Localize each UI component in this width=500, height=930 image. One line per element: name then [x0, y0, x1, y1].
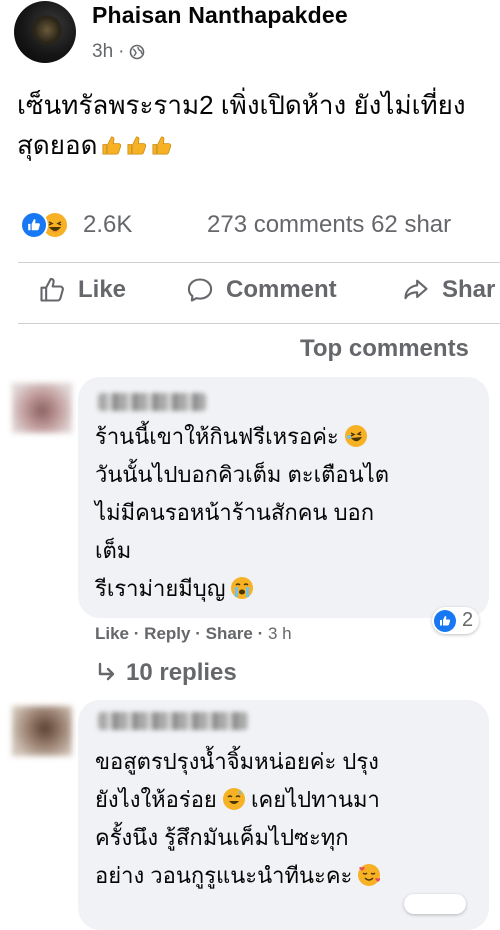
- comment-reaction-badge[interactable]: [404, 894, 466, 914]
- comment-line: ยังไงให้อร่อย เคยไปทานมา: [95, 781, 380, 819]
- comment-like-link[interactable]: Like: [95, 624, 129, 643]
- smiling-hearts-icon: [358, 864, 381, 886]
- crying-icon: [231, 577, 254, 599]
- divider: [18, 323, 500, 324]
- commenter-name[interactable]: [98, 393, 206, 411]
- like-label: Like: [78, 276, 127, 303]
- comment-actions: Like · Reply · Share · 3 h: [95, 624, 292, 644]
- comment-line-text: ยังไงให้อร่อย: [95, 787, 217, 812]
- comment-label: Comment: [226, 276, 337, 303]
- comment-line-text: ร้านนี้เขาให้กินฟรีเหรอค่ะ: [95, 424, 339, 449]
- commenter-avatar[interactable]: [12, 383, 72, 433]
- separator-dot: ·: [118, 41, 125, 62]
- post-text: เซ็นทรัลพระราม2 เพิ่งเปิดห้าง ยังไม่เที่…: [17, 85, 466, 165]
- like-icon: [20, 211, 48, 239]
- comment-line: ขอสูตรปรุงน้ำจิ้มหน่อยค่ะ ปรุง: [95, 749, 379, 774]
- comment-icon: [187, 278, 213, 302]
- separator-dot: ·: [257, 624, 264, 643]
- comment-line: ครั้งนึง รู้สึกมันเค็มไปซะทุก: [95, 825, 349, 850]
- post-meta: 3h ·: [92, 41, 145, 63]
- like-button[interactable]: Like: [38, 276, 126, 304]
- comment-line-text: อย่าง วอนกูรูแนะนำทีนะคะ: [95, 863, 353, 888]
- comment-line: ไม่มีคนรอหน้าร้านสักคน บอก: [95, 500, 375, 525]
- comment-text: ร้านนี้เขาให้กินฟรีเหรอค่ะ วันนั้นไปบอกค…: [95, 418, 389, 608]
- share-count[interactable]: 62 shar: [371, 211, 451, 238]
- thumbs-up-icon: [101, 135, 121, 155]
- share-icon: [404, 279, 428, 300]
- comment-line: รีเราม่ายมีบุญ: [95, 570, 389, 608]
- thumbs-up-icon: [126, 135, 146, 155]
- post-time[interactable]: 3h: [92, 41, 113, 63]
- comment-line: ร้านนี้เขาให้กินฟรีเหรอค่ะ: [95, 418, 389, 456]
- reaction-count[interactable]: 2.6K: [83, 211, 132, 239]
- comment-line-text: เคยไปทานมา: [250, 787, 380, 812]
- replies-count: 10 replies: [126, 659, 237, 686]
- comment-line: วันนั้นไปบอกคิวเต็ม ตะเตือนไต: [95, 462, 390, 487]
- divider: [18, 262, 500, 263]
- view-replies-link[interactable]: 10 replies: [94, 659, 237, 687]
- comment-line-text: รีเราม่ายมีบุญ: [95, 576, 226, 601]
- comment-line: เต็ม: [95, 538, 132, 563]
- sweat-smile-icon: [222, 788, 245, 810]
- like-icon: [434, 609, 456, 632]
- post-text-line2: สุดยอด: [17, 130, 98, 160]
- comment-reaction-badge[interactable]: 2: [432, 607, 480, 634]
- comment-text: ขอสูตรปรุงน้ำจิ้มหน่อยค่ะ ปรุง ยังไงให้อ…: [95, 743, 381, 895]
- comment-reaction-count: 2: [462, 609, 474, 631]
- comment-share-link[interactable]: Share: [206, 624, 253, 643]
- comment-time[interactable]: 3 h: [268, 624, 292, 643]
- globe-icon: [130, 44, 145, 60]
- post-text-line2-wrap: สุดยอด: [17, 125, 466, 165]
- post-text-line1: เซ็นทรัลพระราม2 เพิ่งเปิดห้าง ยังไม่เที่…: [17, 90, 466, 120]
- comment-filter[interactable]: Top comments: [300, 335, 469, 363]
- author-avatar[interactable]: [14, 1, 76, 63]
- author-name[interactable]: Phaisan Nanthapakdee: [92, 2, 348, 29]
- separator-dot: ·: [133, 624, 140, 643]
- share-label: Shar: [442, 276, 496, 303]
- like-outline-icon: [40, 277, 64, 302]
- commenter-name[interactable]: [98, 712, 248, 730]
- rolling-laugh-icon: [344, 425, 367, 447]
- comment-reply-link[interactable]: Reply: [144, 624, 190, 643]
- separator-dot: ·: [195, 624, 201, 643]
- engagement-counts: 273 comments 62 shar: [207, 211, 451, 239]
- reply-arrow-icon: [98, 662, 115, 681]
- share-button[interactable]: Shar: [402, 276, 495, 304]
- reaction-summary[interactable]: 2.6K: [20, 211, 132, 239]
- comment-button[interactable]: Comment: [186, 276, 337, 304]
- comment-line: อย่าง วอนกูรูแนะนำทีนะคะ: [95, 857, 381, 895]
- comment-count[interactable]: 273 comments: [207, 211, 364, 238]
- commenter-avatar[interactable]: [12, 706, 72, 756]
- thumbs-up-icon: [151, 135, 171, 155]
